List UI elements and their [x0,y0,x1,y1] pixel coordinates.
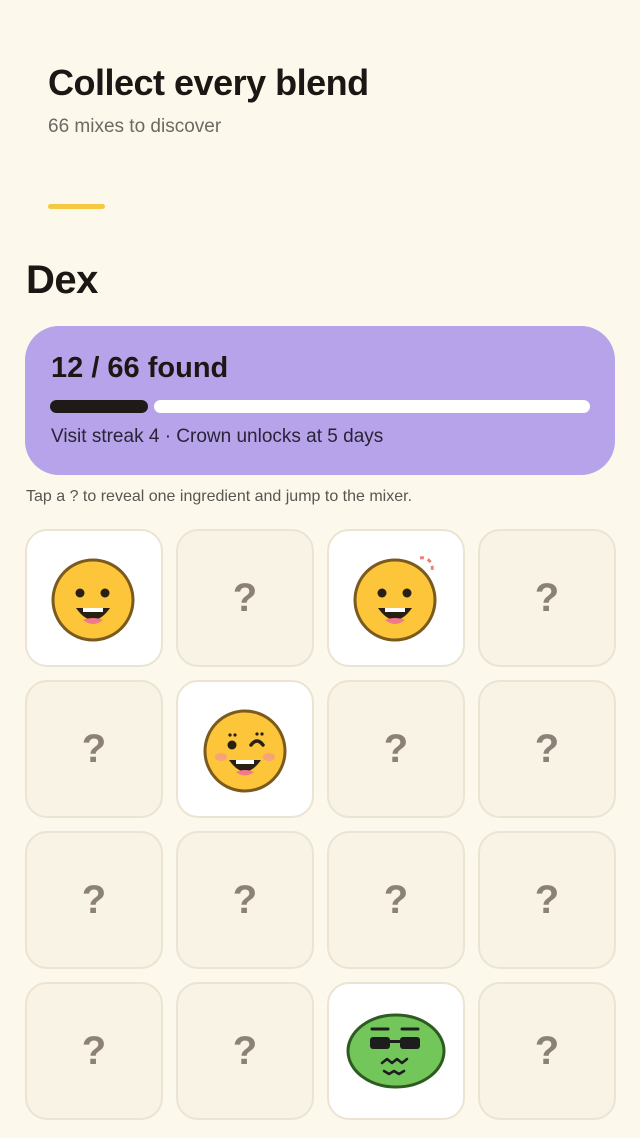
dex-tile-locked[interactable]: ? [478,982,616,1120]
page-subtitle: 66 mixes to discover [48,116,222,137]
question-mark-icon: ? [232,1028,258,1073]
dex-tile-found[interactable] [327,982,465,1120]
dex-tile-locked[interactable]: ? [176,831,314,969]
progress-bar-remaining [154,400,590,413]
progress-bar-fill [50,400,148,413]
dex-tile-locked[interactable]: ? [478,831,616,969]
question-mark-icon: ? [534,726,560,771]
question-mark-icon: ? [534,575,560,620]
found-count: 12 / 66 found [51,352,229,384]
question-mark-icon: ? [534,877,560,922]
question-mark-icon: ? [383,877,409,922]
progress-bar [50,400,590,413]
question-mark-icon: ? [232,575,258,620]
page-title: Collect every blend [48,62,369,103]
dex-tile-locked[interactable]: ? [25,831,163,969]
hint-text: Tap a ? to reveal one ingredient and jum… [26,488,413,505]
section-title: Dex [26,258,98,302]
dex-tile-locked[interactable]: ? [176,982,314,1120]
dex-tile-found[interactable] [176,680,314,818]
accent-divider [48,204,105,209]
question-mark-icon: ? [232,877,258,922]
progress-card: 12 / 66 found Visit streak 4 · Crown unl… [25,326,615,475]
grinning-face-sparkle-icon [352,554,440,642]
dex-tile-locked[interactable]: ? [25,680,163,818]
dex-tile-found[interactable] [25,529,163,667]
dex-screen: Collect every blend 66 mixes to discover… [0,0,640,1138]
cool-green-face-icon [346,1011,446,1091]
dex-tile-locked[interactable]: ? [327,680,465,818]
streak-text: Visit streak 4 · Crown unlocks at 5 days [51,426,384,447]
question-mark-icon: ? [383,726,409,771]
dex-tile-locked[interactable]: ? [478,529,616,667]
dex-tile-locked[interactable]: ? [327,831,465,969]
dex-tile-locked[interactable]: ? [478,680,616,818]
question-mark-icon: ? [81,1028,107,1073]
question-mark-icon: ? [81,726,107,771]
winking-face-icon [201,705,289,793]
question-mark-icon: ? [534,1028,560,1073]
dex-tile-found[interactable] [327,529,465,667]
dex-tile-locked[interactable]: ? [25,982,163,1120]
dex-tile-locked[interactable]: ? [176,529,314,667]
grinning-face-icon [50,554,138,642]
question-mark-icon: ? [81,877,107,922]
